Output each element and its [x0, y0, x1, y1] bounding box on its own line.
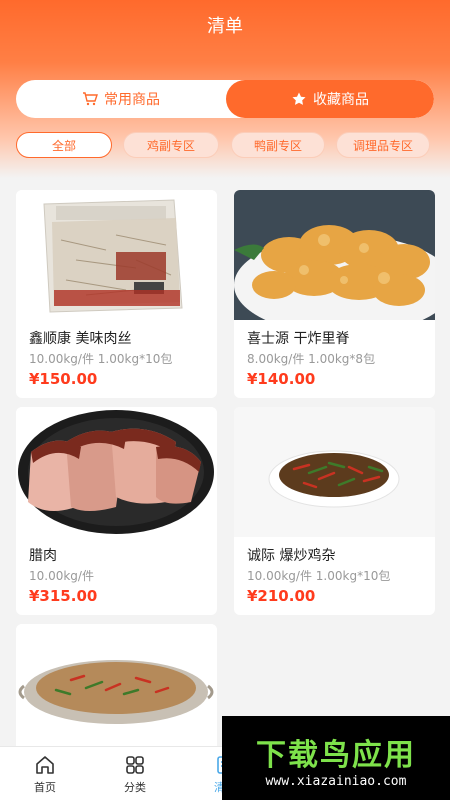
tab-favorite-products[interactable]: 收藏商品	[226, 80, 434, 118]
product-price: ¥210.00	[247, 587, 316, 605]
product-card[interactable]: 腊肉 10.00kg/件 ¥315.00	[16, 407, 217, 615]
product-image	[16, 624, 217, 754]
product-spec: 10.00kg/件 1.00kg*10包	[247, 569, 391, 583]
product-image	[16, 407, 217, 537]
product-card[interactable]: 鑫顺康 美味肉丝 10.00kg/件 1.00kg*10包 ¥150.00	[16, 190, 217, 398]
tab-category-label: 分类	[124, 780, 146, 794]
product-name: 诚际 爆炒鸡杂	[247, 548, 336, 564]
chip-prepared[interactable]: 调理品专区	[336, 132, 430, 158]
product-card[interactable]: 诚际 爆炒鸡杂 10.00kg/件 1.00kg*10包 ¥210.00	[234, 407, 435, 615]
tab-frequent-products[interactable]: 常用商品	[16, 80, 226, 118]
product-name: 喜士源 干炸里脊	[247, 331, 350, 347]
tab-frequent-label: 常用商品	[104, 92, 160, 108]
chip-duck[interactable]: 鸭副专区	[231, 132, 325, 158]
tab-category[interactable]: 分类	[90, 747, 180, 800]
product-spec: 8.00kg/件 1.00kg*8包	[247, 352, 376, 366]
product-price: ¥315.00	[29, 587, 98, 605]
watermark-url: www.xiazainiao.com	[265, 774, 407, 789]
product-spec: 10.00kg/件	[29, 569, 94, 583]
tab-favorite-label: 收藏商品	[313, 92, 369, 108]
tab-home-label: 首页	[34, 780, 56, 794]
star-icon	[292, 92, 306, 105]
product-card[interactable]	[16, 624, 217, 754]
cart-icon	[83, 92, 98, 106]
product-price: ¥140.00	[247, 370, 316, 388]
chip-chicken[interactable]: 鸡副专区	[123, 132, 219, 158]
product-card[interactable]: 喜士源 干炸里脊 8.00kg/件 1.00kg*8包 ¥140.00	[234, 190, 435, 398]
category-chips: 全部 鸡副专区 鸭副专区 调理品专区	[16, 132, 436, 158]
tab-home[interactable]: 首页	[0, 747, 90, 800]
product-name: 鑫顺康 美味肉丝	[29, 331, 132, 347]
watermark-banner: 下载鸟应用 www.xiazainiao.com	[222, 716, 450, 800]
home-icon	[36, 755, 54, 774]
segment-control: 常用商品 收藏商品	[16, 80, 434, 118]
product-image	[234, 190, 435, 320]
watermark-logo: 下载鸟应用	[256, 738, 416, 773]
chip-all[interactable]: 全部	[16, 132, 112, 158]
product-spec: 10.00kg/件 1.00kg*10包	[29, 352, 173, 366]
product-name: 腊肉	[29, 548, 57, 564]
product-price: ¥150.00	[29, 370, 98, 388]
page-title: 清单	[207, 16, 243, 37]
product-image	[16, 190, 217, 320]
product-image	[234, 407, 435, 537]
grid-icon	[126, 755, 144, 774]
